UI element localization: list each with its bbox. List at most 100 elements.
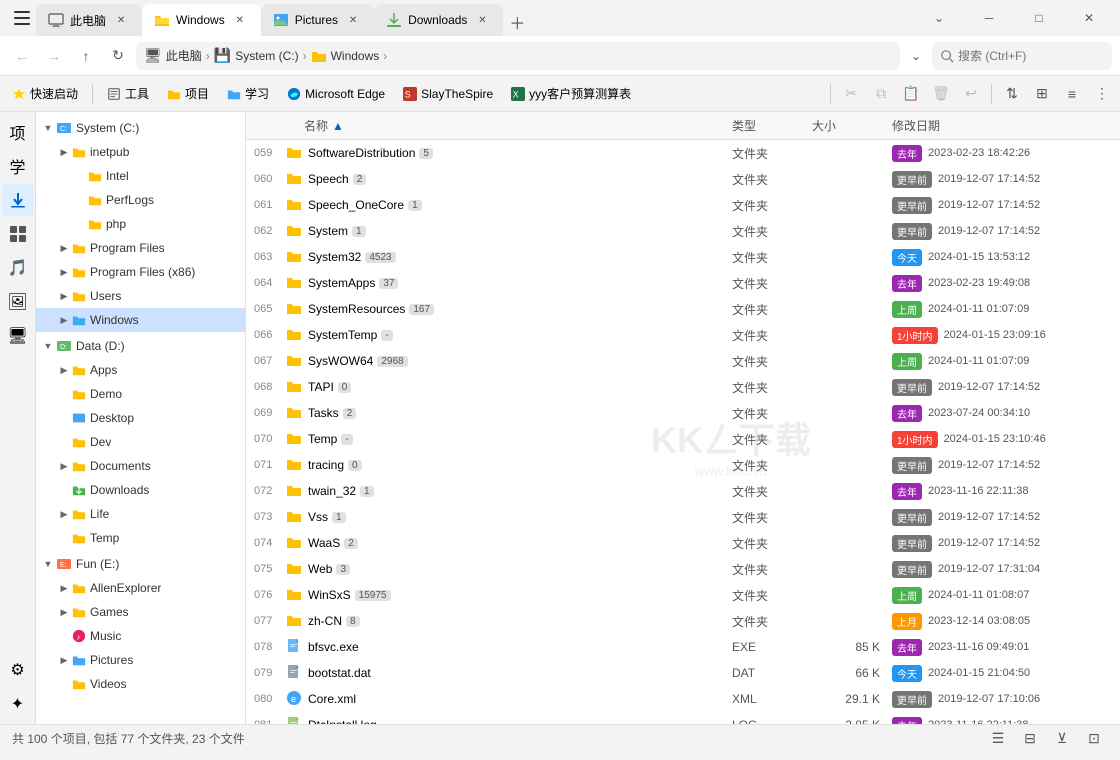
cut-button[interactable]: ✂: [837, 80, 865, 108]
tree-downloads[interactable]: Downloads: [36, 478, 245, 502]
header-size[interactable]: 大小: [812, 117, 892, 134]
view-detail-status[interactable]: ⊟: [1016, 725, 1044, 753]
expand-games[interactable]: ▶: [56, 604, 72, 620]
minimize-button[interactable]: ─: [966, 2, 1012, 34]
tree-expand-d[interactable]: ▼: [40, 338, 56, 354]
filter-button[interactable]: ⊻: [1048, 725, 1076, 753]
undo-button[interactable]: ↩: [957, 80, 985, 108]
sidebar-music[interactable]: 🎵: [2, 252, 34, 284]
sidebar-monitor[interactable]: 🖥: [2, 320, 34, 352]
file-row[interactable]: 078 bfsvc.exe EXE 85 K 去年 2023-11-16 09:…: [246, 634, 1120, 660]
tree-videos[interactable]: Videos: [36, 672, 245, 696]
file-row[interactable]: 076 WinSxS 15975 文件夹 上周 2024-01-11 01:08…: [246, 582, 1120, 608]
view-list-button[interactable]: ⊞: [1028, 80, 1056, 108]
file-row[interactable]: 061 Speech_OneCore 1 文件夹 更早前 2019-12-07 …: [246, 192, 1120, 218]
tree-pictures-e[interactable]: ▶ Pictures: [36, 648, 245, 672]
tree-perflogs[interactable]: PerfLogs: [36, 188, 245, 212]
header-type[interactable]: 类型: [732, 117, 812, 134]
tab-windows[interactable]: Windows ✕: [142, 4, 261, 36]
tab-close-pictures[interactable]: ✕: [344, 11, 362, 29]
view-detail-button[interactable]: ≡: [1058, 80, 1086, 108]
sidebar-apps[interactable]: [2, 218, 34, 250]
tree-apps[interactable]: ▶ Apps: [36, 358, 245, 382]
forward-button[interactable]: →: [40, 42, 68, 70]
file-row[interactable]: 080 e Core.xml XML 29.1 K 更早前 2019-12-07…: [246, 686, 1120, 712]
toolbar-quickstart[interactable]: 快速启动: [4, 81, 86, 106]
tree-dev[interactable]: Dev: [36, 430, 245, 454]
tree-life[interactable]: ▶ Life: [36, 502, 245, 526]
expand-inetpub[interactable]: ▶: [56, 144, 72, 160]
tree-fun-e[interactable]: ▼ E: Fun (E:): [36, 552, 245, 576]
file-row[interactable]: 075 Web 3 文件夹 更早前 2019-12-07 17:31:04: [246, 556, 1120, 582]
sidebar-study2[interactable]: 学: [2, 150, 34, 182]
sidebar-pin[interactable]: 项: [2, 116, 34, 148]
tab-downloads[interactable]: Downloads ✕: [374, 4, 503, 36]
tree-windows[interactable]: ▶ Windows: [36, 308, 245, 332]
expand-apps[interactable]: ▶: [56, 362, 72, 378]
tree-allenexplorer[interactable]: ▶ AllenExplorer: [36, 576, 245, 600]
menu-button[interactable]: [8, 4, 36, 32]
tree-demo[interactable]: Demo: [36, 382, 245, 406]
file-row[interactable]: 067 SysWOW64 2968 文件夹 上周 2024-01-11 01:0…: [246, 348, 1120, 374]
delete-button[interactable]: 🗑: [927, 80, 955, 108]
tree-system-c[interactable]: ▼ C: System (C:): [36, 116, 245, 140]
file-row[interactable]: 077 zh-CN 8 文件夹 上月 2023-12-14 03:08:05: [246, 608, 1120, 634]
new-tab-button[interactable]: ＋: [503, 8, 531, 36]
expand-pf86[interactable]: ▶: [56, 264, 72, 280]
file-row[interactable]: 064 SystemApps 37 文件夹 去年 2023-02-23 19:4…: [246, 270, 1120, 296]
toolbar-projects[interactable]: 项目: [159, 81, 217, 106]
search-input[interactable]: [958, 49, 1078, 63]
file-row[interactable]: 074 WaaS 2 文件夹 更早前 2019-12-07 17:14:52: [246, 530, 1120, 556]
tree-documents[interactable]: ▶ Documents: [36, 454, 245, 478]
expand-allen[interactable]: ▶: [56, 580, 72, 596]
file-row[interactable]: 072 twain_32 1 文件夹 去年 2023-11-16 22:11:3…: [246, 478, 1120, 504]
file-row[interactable]: 062 System 1 文件夹 更早前 2019-12-07 17:14:52: [246, 218, 1120, 244]
file-row[interactable]: 065 SystemResources 167 文件夹 上周 2024-01-1…: [246, 296, 1120, 322]
file-row[interactable]: 073 Vss 1 文件夹 更早前 2019-12-07 17:14:52: [246, 504, 1120, 530]
toolbar-edge[interactable]: Microsoft Edge: [279, 83, 393, 105]
paste-button[interactable]: 📋: [897, 80, 925, 108]
sidebar-settings[interactable]: ⚙: [2, 654, 34, 686]
file-row[interactable]: 060 Speech 2 文件夹 更早前 2019-12-07 17:14:52: [246, 166, 1120, 192]
tree-php[interactable]: php: [36, 212, 245, 236]
tree-expand-e[interactable]: ▼: [40, 556, 56, 572]
up-button[interactable]: ↑: [72, 42, 100, 70]
file-row[interactable]: 070 Temp - 文件夹 1小时内 2024-01-15 23:10:46: [246, 426, 1120, 452]
expand-pf[interactable]: ▶: [56, 240, 72, 256]
file-row[interactable]: 063 System32 4523 文件夹 今天 2024-01-15 13:5…: [246, 244, 1120, 270]
panel-button[interactable]: ⊡: [1080, 725, 1108, 753]
file-row[interactable]: 081 DtcInstall.log LOG 2.85 K 去年 2023-11…: [246, 712, 1120, 724]
sidebar-pictures2[interactable]: 🖼: [2, 286, 34, 318]
tab-close-downloads[interactable]: ✕: [473, 11, 491, 29]
copy-button[interactable]: ⧉: [867, 80, 895, 108]
tree-desktop[interactable]: Desktop: [36, 406, 245, 430]
file-row[interactable]: 069 Tasks 2 文件夹 去年 2023-07-24 00:34:10: [246, 400, 1120, 426]
header-date[interactable]: 修改日期: [892, 117, 1112, 134]
breadcrumb[interactable]: 🖥 此电脑 › 💾 System (C:) › Windows ›: [136, 42, 900, 70]
file-row[interactable]: 079 bootstat.dat DAT 66 K 今天 2024-01-15 …: [246, 660, 1120, 686]
maximize-button[interactable]: □: [1016, 2, 1062, 34]
tree-intel[interactable]: Intel: [36, 164, 245, 188]
search-box[interactable]: [932, 42, 1112, 70]
refresh-button[interactable]: ↻: [104, 42, 132, 70]
toolbar-slay[interactable]: S SlayTheSpire: [395, 83, 501, 105]
tree-data-d[interactable]: ▼ D: Data (D:): [36, 334, 245, 358]
sidebar-download[interactable]: [2, 184, 34, 216]
sidebar-info[interactable]: ✦: [2, 688, 34, 720]
tree-expand-c[interactable]: ▼: [40, 120, 56, 136]
tree-temp-d[interactable]: Temp: [36, 526, 245, 550]
file-row[interactable]: 066 SystemTemp - 文件夹 1小时内 2024-01-15 23:…: [246, 322, 1120, 348]
more-button[interactable]: ⋮: [1088, 80, 1116, 108]
file-row[interactable]: 068 TAPI 0 文件夹 更早前 2019-12-07 17:14:52: [246, 374, 1120, 400]
view-list-status[interactable]: ☰: [984, 725, 1012, 753]
expand-docs[interactable]: ▶: [56, 458, 72, 474]
close-button[interactable]: ✕: [1066, 2, 1112, 34]
toolbar-tools[interactable]: 工具: [99, 81, 157, 106]
tree-inetpub[interactable]: ▶ inetpub: [36, 140, 245, 164]
expand-users[interactable]: ▶: [56, 288, 72, 304]
tree-users[interactable]: ▶ Users: [36, 284, 245, 308]
toolbar-study[interactable]: 学习: [219, 81, 277, 106]
tree-programfiles[interactable]: ▶ Program Files: [36, 236, 245, 260]
expand-life[interactable]: ▶: [56, 506, 72, 522]
chevron-down-ctrl[interactable]: ⌄: [916, 2, 962, 34]
